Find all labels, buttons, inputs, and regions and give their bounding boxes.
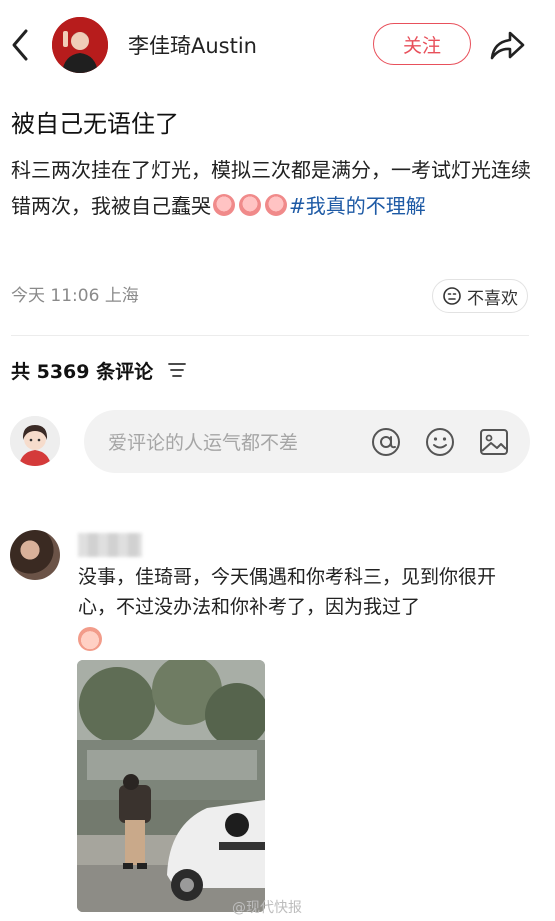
comment-input[interactable]: 爱评论的人运气都不差 bbox=[84, 410, 530, 473]
smiley-icon[interactable] bbox=[424, 426, 456, 458]
post-body: 科三两次挂在了灯光，模拟三次都是满分，一考试灯光连续错两次，我被自己蠢哭 #我真的… bbox=[11, 152, 531, 224]
comment-count: 共 5369 条评论 bbox=[11, 361, 154, 383]
comment-input-placeholder: 爱评论的人运气都不差 bbox=[108, 432, 299, 454]
commenter-avatar[interactable] bbox=[10, 530, 60, 580]
section-divider bbox=[11, 335, 529, 336]
crying-emoji-icon bbox=[265, 194, 287, 216]
author-avatar[interactable] bbox=[52, 17, 108, 73]
at-sign-icon[interactable] bbox=[370, 426, 402, 458]
post-title: 被自己无语住了 bbox=[11, 110, 179, 138]
watermark: @现代快报 bbox=[232, 900, 302, 916]
crying-emoji-icon bbox=[239, 194, 261, 216]
sort-lines-icon[interactable] bbox=[167, 361, 187, 379]
post-hashtag[interactable]: #我真的不理解 bbox=[289, 194, 426, 218]
my-avatar[interactable] bbox=[10, 416, 60, 466]
post-time: 今天 11:06 bbox=[11, 286, 100, 306]
chevron-left-icon bbox=[12, 29, 28, 61]
follow-button[interactable]: 关注 bbox=[373, 23, 471, 65]
post-meta: 今天 11:06 上海 bbox=[11, 281, 139, 306]
comment-photo[interactable] bbox=[77, 660, 265, 912]
dislike-label: 不喜欢 bbox=[467, 288, 518, 309]
author-name[interactable]: 李佳琦Austin bbox=[128, 30, 257, 60]
dislike-button[interactable]: 不喜欢 bbox=[432, 279, 528, 313]
sad-face-icon bbox=[443, 287, 461, 305]
share-arrow-icon bbox=[490, 31, 525, 60]
back-button[interactable] bbox=[6, 27, 36, 63]
peach-emoji-icon bbox=[78, 627, 102, 651]
share-button[interactable] bbox=[488, 28, 526, 62]
post-location: 上海 bbox=[104, 286, 139, 306]
crying-emoji-icon bbox=[213, 194, 235, 216]
image-icon[interactable] bbox=[478, 426, 510, 458]
comment-text: 没事，佳琦哥，今天偶遇和你考科三，见到你很开心，不过没办法和你补考了，因为我过了 bbox=[78, 566, 497, 618]
commenter-name-blurred[interactable] bbox=[78, 533, 142, 557]
